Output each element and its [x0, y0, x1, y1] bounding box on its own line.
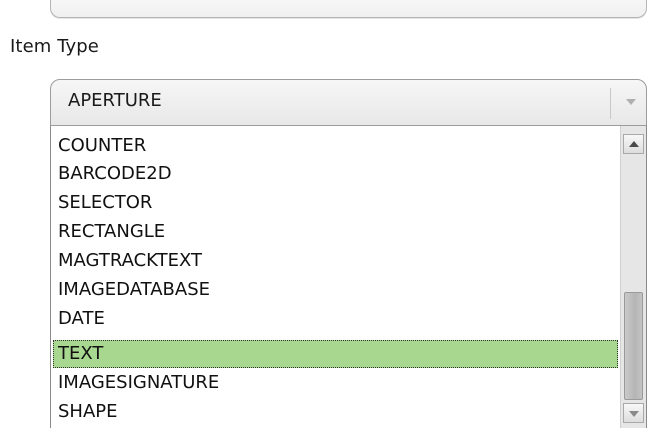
- scroll-up-button[interactable]: [623, 134, 644, 154]
- list-item-text[interactable]: TEXT: [53, 340, 618, 368]
- list-item-counter[interactable]: COUNTER: [53, 132, 618, 160]
- item-type-dropdown-list[interactable]: COUNTER BARCODE2D SELECTOR RECTANGLE MAG…: [50, 126, 647, 428]
- previous-field[interactable]: [50, 0, 647, 18]
- list-item-date[interactable]: DATE: [53, 305, 618, 333]
- list-item-selector[interactable]: SELECTOR: [53, 189, 618, 217]
- scroll-down-button[interactable]: [623, 403, 644, 423]
- list-item-rectangle[interactable]: RECTANGLE: [53, 218, 618, 246]
- combo-separator: [610, 88, 611, 119]
- item-type-label: Item Type: [10, 36, 99, 57]
- item-type-selected-value: APERTURE: [68, 90, 162, 111]
- list-item-imagesignature[interactable]: IMAGESIGNATURE: [53, 369, 618, 397]
- chevron-down-icon[interactable]: [626, 99, 636, 105]
- item-type-combobox[interactable]: APERTURE: [50, 79, 647, 126]
- scrollbar-thumb[interactable]: [624, 292, 643, 400]
- arrow-up-icon: [629, 141, 639, 147]
- item-type-panel: Item Type APERTURE COUNTER BARCODE2D SEL…: [0, 0, 647, 428]
- list-item-shape[interactable]: SHAPE: [53, 398, 618, 426]
- list-scrollbar[interactable]: [620, 126, 646, 428]
- list-item-magtracktext[interactable]: MAGTRACKTEXT: [53, 247, 618, 275]
- list-item-imagedatabase[interactable]: IMAGEDATABASE: [53, 276, 618, 304]
- list-item-barcode2d[interactable]: BARCODE2D: [53, 160, 618, 188]
- arrow-down-icon: [629, 411, 639, 417]
